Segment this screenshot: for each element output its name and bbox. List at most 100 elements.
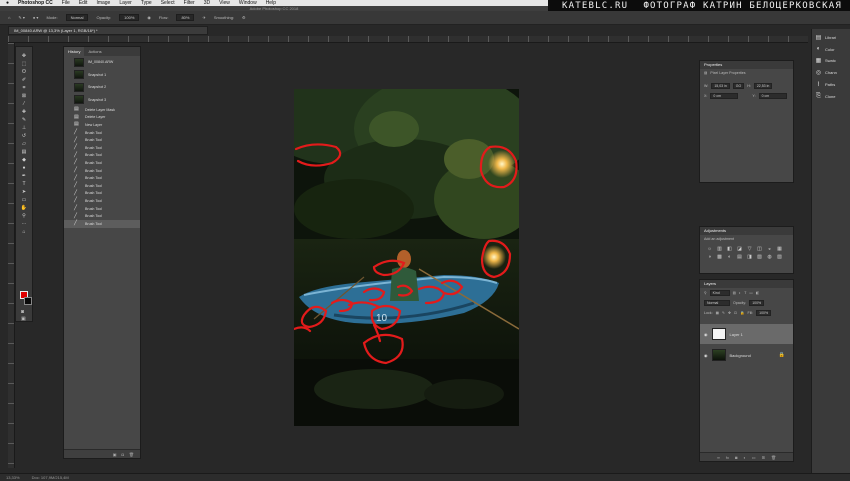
lock-all-icon[interactable]: 🔒 bbox=[740, 311, 744, 315]
home-icon[interactable]: ⌂ bbox=[8, 15, 10, 20]
history-step[interactable]: ╱ Brush Tool bbox=[64, 197, 140, 205]
x-field[interactable]: 0 cm bbox=[710, 93, 739, 99]
new-layer-icon[interactable]: ⊞ bbox=[762, 453, 765, 461]
add-mask-icon[interactable]: ◙ bbox=[735, 453, 737, 461]
document-canvas[interactable]: 10 bbox=[294, 89, 519, 426]
camera-snapshot-icon[interactable]: ◘ bbox=[122, 450, 124, 458]
document-tab[interactable]: IM_00840.ARW @ 13,3% (Layer 1, RGB/16*) … bbox=[8, 26, 208, 35]
brush-preset-icon[interactable]: ✎ ▾ bbox=[18, 15, 24, 20]
shape-tool-icon[interactable]: ▭ bbox=[18, 197, 30, 204]
airbrush-icon[interactable]: ✈ bbox=[202, 15, 205, 20]
history-step[interactable]: ▤ Delete Layer bbox=[64, 114, 140, 122]
history-step[interactable]: ╱ Brush Tool bbox=[64, 129, 140, 137]
dock-item[interactable]: ⌇ Paths bbox=[812, 76, 850, 88]
edit-toolbar-icon[interactable]: ⌂ bbox=[18, 229, 30, 236]
lock-move-icon[interactable]: ✥ bbox=[728, 311, 731, 315]
dock-item[interactable]: ▤ Librari bbox=[812, 29, 850, 41]
opacity-field[interactable]: 100% bbox=[119, 14, 140, 21]
crop-tool-icon[interactable]: ⌗ bbox=[18, 85, 30, 92]
ruler-horizontal[interactable] bbox=[8, 36, 808, 43]
dock-item[interactable]: ▦ Swatc bbox=[812, 52, 850, 64]
eyedropper-tool-icon[interactable]: ⁄ bbox=[18, 101, 30, 108]
lock-transparency-icon[interactable]: ▦ bbox=[716, 311, 719, 315]
history-brush-tool-icon[interactable]: ↺ bbox=[18, 133, 30, 140]
adjustment-icon[interactable]: ◧ bbox=[726, 246, 733, 252]
filter-adjustment-icon[interactable]: ◐ bbox=[739, 291, 741, 295]
history-snapshot[interactable]: Snapshot 3 bbox=[64, 94, 140, 107]
adjustment-icon[interactable]: ◒ bbox=[766, 246, 773, 252]
history-step[interactable]: ▤ New Layer bbox=[64, 121, 140, 129]
ruler-vertical[interactable] bbox=[8, 43, 15, 468]
layer-name[interactable]: Layer 1 bbox=[730, 332, 743, 337]
tab-actions[interactable]: Actions bbox=[84, 47, 105, 56]
mode-select[interactable]: Normal bbox=[65, 14, 89, 21]
kind-filter-select[interactable]: Kind bbox=[709, 290, 730, 296]
gradient-tool-icon[interactable]: ▤ bbox=[18, 149, 30, 156]
adjustment-icon[interactable]: ◪ bbox=[736, 246, 743, 252]
adjustment-icon[interactable]: ◨ bbox=[746, 254, 753, 260]
brush-size-icon[interactable]: ● ▾ bbox=[33, 15, 39, 20]
history-step[interactable]: ▤ Delete Layer Mask bbox=[64, 106, 140, 114]
eraser-tool-icon[interactable]: ▱ bbox=[18, 141, 30, 148]
brush-tool-icon[interactable]: ✎ bbox=[18, 117, 30, 124]
filter-smart-icon[interactable]: ◧ bbox=[756, 291, 759, 295]
screen-mode-icon[interactable]: ▣ bbox=[21, 316, 26, 322]
settings-icon[interactable]: ⚙ bbox=[242, 15, 246, 20]
link-button[interactable]: GO bbox=[732, 83, 745, 89]
dock-item[interactable]: ◐ Color bbox=[812, 41, 850, 52]
history-step[interactable]: ╱ Brush Tool bbox=[64, 144, 140, 152]
pen-tool-icon[interactable]: ✒ bbox=[18, 173, 30, 180]
blur-tool-icon[interactable]: ◆ bbox=[18, 157, 30, 164]
background-color-swatch[interactable] bbox=[24, 297, 32, 305]
layer-name[interactable]: Background bbox=[730, 353, 751, 358]
lock-paint-icon[interactable]: ✎ bbox=[722, 311, 725, 315]
filter-type-icon[interactable]: T bbox=[744, 291, 746, 295]
new-document-from-state-icon[interactable]: ▣ bbox=[113, 450, 117, 458]
eye-icon[interactable]: ◉ bbox=[704, 353, 708, 358]
new-adjustment-icon[interactable]: ◐ bbox=[743, 453, 745, 461]
history-step[interactable]: ╱ Brush Tool bbox=[64, 219, 140, 228]
height-field[interactable]: 22,53 in bbox=[753, 83, 773, 89]
move-tool-icon[interactable]: ✥ bbox=[18, 53, 30, 60]
adjustment-icon[interactable]: ◑ bbox=[706, 254, 713, 260]
adjustment-icon[interactable]: ▦ bbox=[776, 246, 783, 252]
hand-tool-icon[interactable]: ✋ bbox=[18, 205, 30, 212]
frame-tool-icon[interactable]: ⊠ bbox=[18, 93, 30, 100]
history-step[interactable]: ╱ Brush Tool bbox=[64, 205, 140, 213]
adjustment-icon[interactable]: ◍ bbox=[766, 254, 773, 260]
history-snapshot[interactable]: Snapshot 2 bbox=[64, 81, 140, 94]
quick-mask-icon[interactable]: ◙ bbox=[21, 309, 24, 315]
flow-field[interactable]: 80% bbox=[176, 14, 195, 21]
path-select-tool-icon[interactable]: ➤ bbox=[18, 189, 30, 196]
layer-opacity-field[interactable]: 100% bbox=[749, 300, 765, 306]
dock-item[interactable]: ◎ Chann bbox=[812, 64, 850, 76]
filter-shape-icon[interactable]: ▭ bbox=[749, 291, 752, 295]
history-step[interactable]: ╱ Brush Tool bbox=[64, 174, 140, 182]
lock-artboard-icon[interactable]: ⊡ bbox=[734, 311, 737, 315]
healing-tool-icon[interactable]: ✚ bbox=[18, 109, 30, 116]
y-field[interactable]: 0 cm bbox=[758, 93, 787, 99]
link-layers-icon[interactable]: ∞ bbox=[717, 453, 720, 461]
eye-icon[interactable]: ◉ bbox=[704, 332, 708, 337]
width-field[interactable]: 15,03 in bbox=[711, 83, 730, 89]
dock-item[interactable]: ⎘ Clone bbox=[812, 88, 850, 100]
adjustment-icon[interactable]: ▽ bbox=[746, 246, 753, 252]
history-step[interactable]: ╱ Brush Tool bbox=[64, 159, 140, 167]
history-step[interactable]: ╱ Brush Tool bbox=[64, 167, 140, 175]
pressure-opacity-icon[interactable]: ◉ bbox=[147, 15, 151, 20]
history-step[interactable]: ╱ Brush Tool bbox=[64, 212, 140, 220]
adjustment-icon[interactable]: ▥ bbox=[716, 246, 723, 252]
adjustment-icon[interactable]: ☼ bbox=[706, 246, 713, 252]
layer-row-background[interactable]: ◉ Background 🔒 bbox=[700, 344, 793, 366]
fx-icon[interactable]: fx bbox=[726, 453, 729, 461]
history-step[interactable]: ╱ Brush Tool bbox=[64, 136, 140, 144]
blend-mode-select[interactable]: Normal bbox=[704, 300, 730, 306]
adjustment-icon[interactable]: ◐ bbox=[726, 254, 733, 260]
zoom-tool-icon[interactable]: ⚲ bbox=[18, 213, 30, 220]
more-tools-icon[interactable]: ··· bbox=[18, 221, 30, 228]
tab-history[interactable]: History bbox=[64, 47, 85, 56]
adjustment-icon[interactable]: ▩ bbox=[716, 254, 723, 260]
type-tool-icon[interactable]: T bbox=[18, 181, 30, 188]
trash-icon[interactable]: 🗑 bbox=[129, 450, 134, 458]
fill-field[interactable]: 100% bbox=[756, 310, 772, 316]
